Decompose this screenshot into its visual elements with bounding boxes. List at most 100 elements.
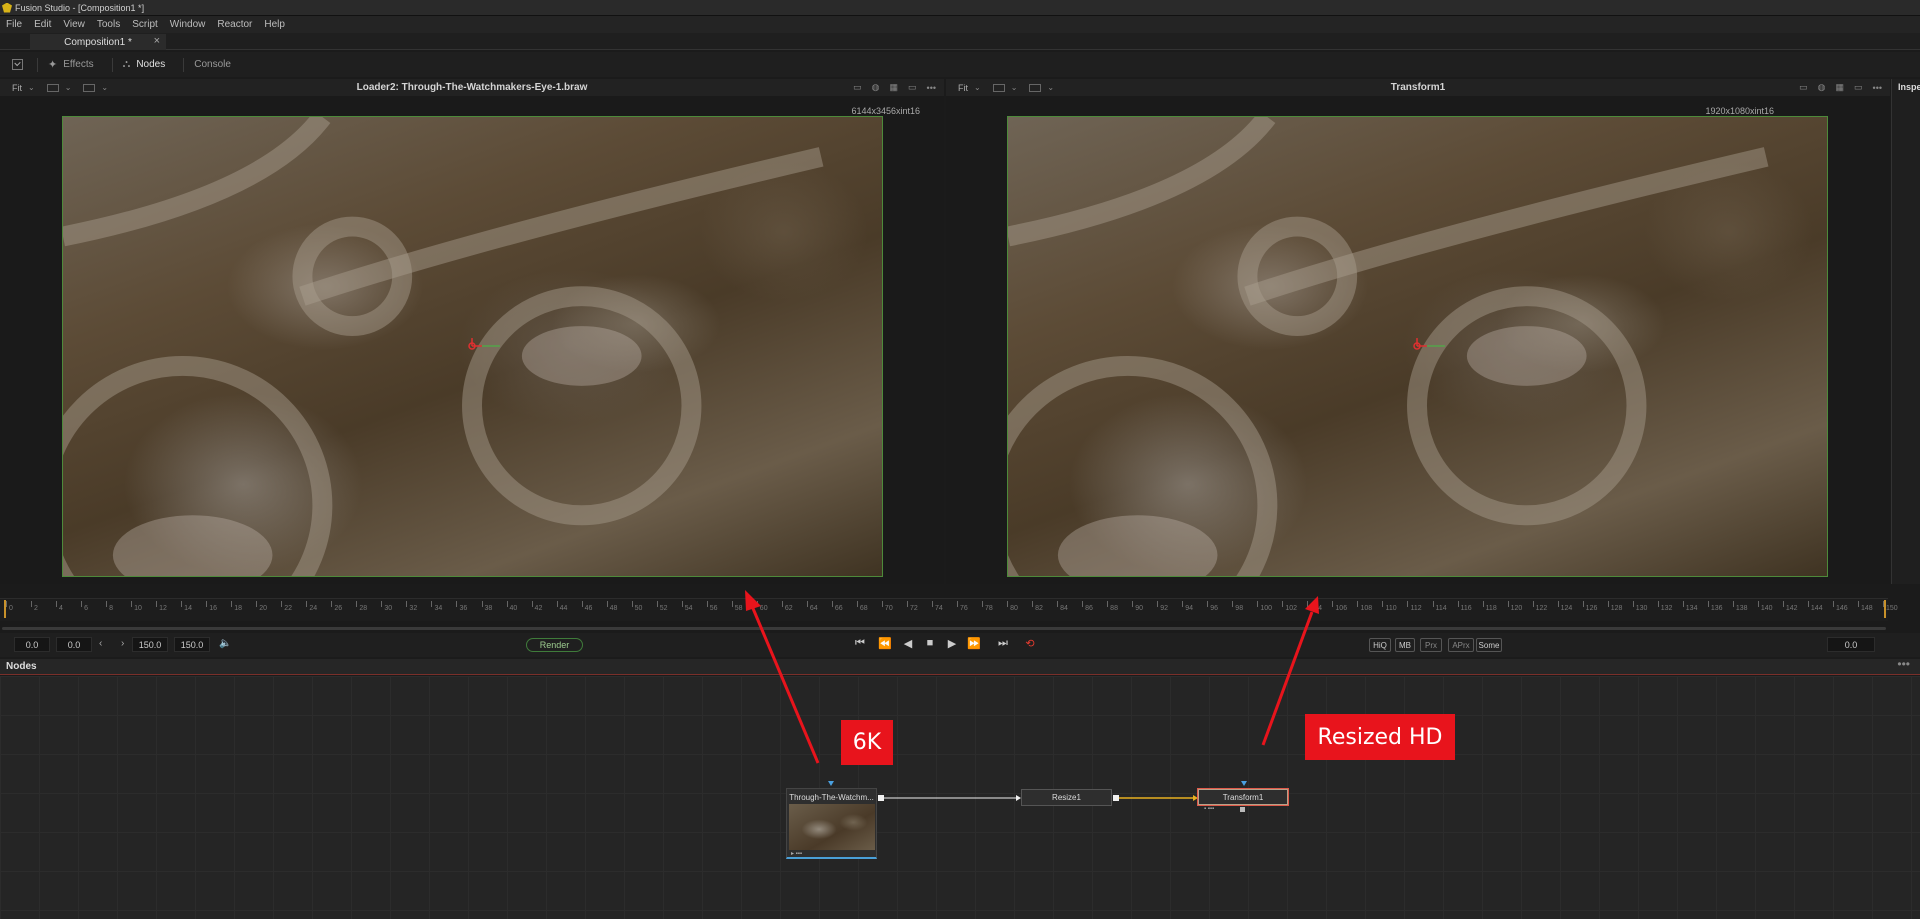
fast-forward-icon[interactable]: ⏩ [965, 637, 983, 650]
inspector-panel[interactable]: Inspe [1891, 79, 1920, 584]
roi-icon[interactable] [83, 83, 96, 92]
zoom-fit-dropdown[interactable]: Fit [12, 83, 22, 93]
menu-tools[interactable]: Tools [97, 19, 120, 30]
ruler-label: 88 [1110, 605, 1118, 612]
global-start-field[interactable]: 0.0 [14, 637, 50, 652]
ruler-tick [331, 601, 333, 607]
audio-icon[interactable]: 🔈 [219, 638, 231, 649]
grid-icon[interactable]: ▦ [1836, 82, 1845, 93]
ruler-start-marker[interactable] [4, 600, 6, 618]
transform-mask-pin[interactable] [1240, 807, 1245, 812]
render-start-field[interactable]: 0.0 [56, 637, 92, 652]
ruler-tick [1307, 601, 1309, 607]
ruler-tick [1607, 601, 1609, 607]
chevron-down-icon[interactable]: ⌄ [65, 83, 72, 92]
ruler-label: 70 [884, 605, 893, 612]
selective-update-button[interactable]: Some [1476, 638, 1502, 652]
step-forward-icon[interactable]: › [121, 638, 124, 649]
aspect-icon[interactable]: ▭ [908, 82, 917, 93]
ruler-label: 140 [1760, 605, 1773, 612]
viewer-left[interactable]: Fit ⌄ ⌄ ⌄ Loader2: Through-The-Watchmake… [0, 79, 944, 584]
frame-icon[interactable] [992, 83, 1005, 92]
frame-icon[interactable] [46, 83, 59, 92]
effects-label: Effects [63, 59, 94, 70]
ruler-label: 38 [484, 605, 493, 612]
effects-button[interactable]: ✦ Effects [48, 58, 94, 71]
tab-composition1[interactable]: Composition1 * × [30, 34, 166, 50]
lut-icon[interactable]: ▭ [1799, 82, 1808, 93]
viewer-right-header: Fit ⌄ ⌄ ⌄ Transform1 ▭ ◍ ▦ ▭ ••• [946, 79, 1890, 96]
ruler-tick [1857, 601, 1859, 607]
more-options-icon[interactable]: ••• [1897, 657, 1910, 671]
ruler-label: 114 [1435, 605, 1447, 612]
stop-icon[interactable]: ■ [921, 637, 939, 649]
menu-reactor[interactable]: Reactor [217, 19, 252, 30]
ruler-label: 50 [634, 605, 643, 612]
chevron-down-icon[interactable]: ⌄ [974, 83, 981, 92]
play-reverse-icon[interactable]: ◀ [899, 637, 917, 650]
viewer-right[interactable]: Fit ⌄ ⌄ ⌄ Transform1 ▭ ◍ ▦ ▭ ••• 1920x10… [946, 79, 1890, 584]
time-scrollbar[interactable] [2, 627, 1886, 630]
ruler-tick [1057, 601, 1059, 607]
ruler-tick [106, 601, 108, 607]
hiq-button[interactable]: HiQ [1369, 638, 1391, 652]
roi-icon[interactable] [1029, 83, 1042, 92]
transform-node[interactable]: Transform1 ▪ ▪▪▪ [1197, 788, 1289, 812]
menu-window[interactable]: Window [170, 19, 206, 30]
close-icon[interactable]: × [154, 35, 160, 47]
loader-node[interactable]: Through-The-Watchm... ▸ ▪▪▪ [786, 788, 877, 859]
chevron-down-icon[interactable]: ⌄ [1047, 83, 1054, 92]
zoom-fit-dropdown[interactable]: Fit [958, 83, 968, 93]
loop-icon[interactable]: ⟲ [1021, 637, 1039, 650]
current-time-field[interactable]: 0.0 [1827, 637, 1875, 652]
console-button[interactable]: Console [194, 59, 231, 70]
menu-view[interactable]: View [63, 19, 85, 30]
menu-script[interactable]: Script [132, 19, 158, 30]
proxy-button[interactable]: Prx [1420, 638, 1442, 652]
ruler-tick [556, 601, 558, 607]
rewind-icon[interactable]: ⏪ [876, 637, 894, 650]
play-icon[interactable]: ▶ [943, 637, 961, 650]
more-options-icon[interactable]: ••• [927, 83, 936, 93]
ruler-tick [1257, 601, 1259, 607]
menu-edit[interactable]: Edit [34, 19, 51, 30]
grid-icon[interactable]: ▦ [890, 82, 899, 93]
go-to-end-icon[interactable]: ⏭ [994, 637, 1012, 650]
chevron-down-icon[interactable]: ⌄ [28, 83, 35, 92]
more-options-icon[interactable]: ••• [1873, 83, 1882, 93]
ruler-label: 52 [659, 605, 668, 612]
chevron-down-icon[interactable]: ⌄ [1011, 83, 1018, 92]
menu-help[interactable]: Help [264, 19, 285, 30]
chevron-down-icon[interactable]: ⌄ [101, 83, 108, 92]
gear-image-art [1008, 117, 1769, 576]
render-end-field[interactable]: 150.0 [132, 637, 168, 652]
viewer-image[interactable] [1007, 116, 1828, 577]
viewer-image[interactable] [62, 116, 883, 577]
toolbar-toggle-checkbox[interactable] [12, 59, 23, 70]
go-to-start-icon[interactable]: ⏮ [851, 637, 869, 650]
time-ruler[interactable]: 0 2 4 6 8 10 12 14 16 18 20 22 24 26 28 30 32 34 36 38 40 42 4… [0, 598, 1898, 621]
resize-node[interactable]: Resize1 [1021, 789, 1112, 806]
ruler-label: 84 [1060, 605, 1068, 612]
ruler-tick [1707, 601, 1709, 607]
motion-blur-button[interactable]: MB [1395, 638, 1415, 652]
global-end-field[interactable]: 150.0 [174, 637, 210, 652]
ruler-end-marker[interactable] [1884, 600, 1886, 618]
nodes-button[interactable]: ⛬ Nodes [123, 58, 166, 71]
step-back-icon[interactable]: ‹ [99, 638, 102, 649]
lut-icon[interactable]: ▭ [853, 82, 862, 93]
color-channel-icon[interactable]: ◍ [872, 82, 880, 93]
ruler-tick [1682, 601, 1684, 607]
loader-output-pin[interactable] [878, 795, 884, 801]
menu-file[interactable]: File [6, 19, 22, 30]
ruler-tick [906, 601, 908, 607]
window-titlebar: Fusion Studio - [Composition1 *] [0, 0, 1920, 16]
auto-proxy-button[interactable]: APrx [1448, 638, 1474, 652]
aspect-icon[interactable]: ▭ [1854, 82, 1863, 93]
ruler-tick [56, 601, 58, 607]
node-status-icons: ▸ ▪▪▪ [791, 851, 803, 857]
render-button[interactable]: Render [526, 638, 583, 652]
node-editor[interactable] [0, 676, 1920, 919]
color-channel-icon[interactable]: ◍ [1818, 82, 1826, 93]
resize-output-pin[interactable] [1113, 795, 1119, 801]
